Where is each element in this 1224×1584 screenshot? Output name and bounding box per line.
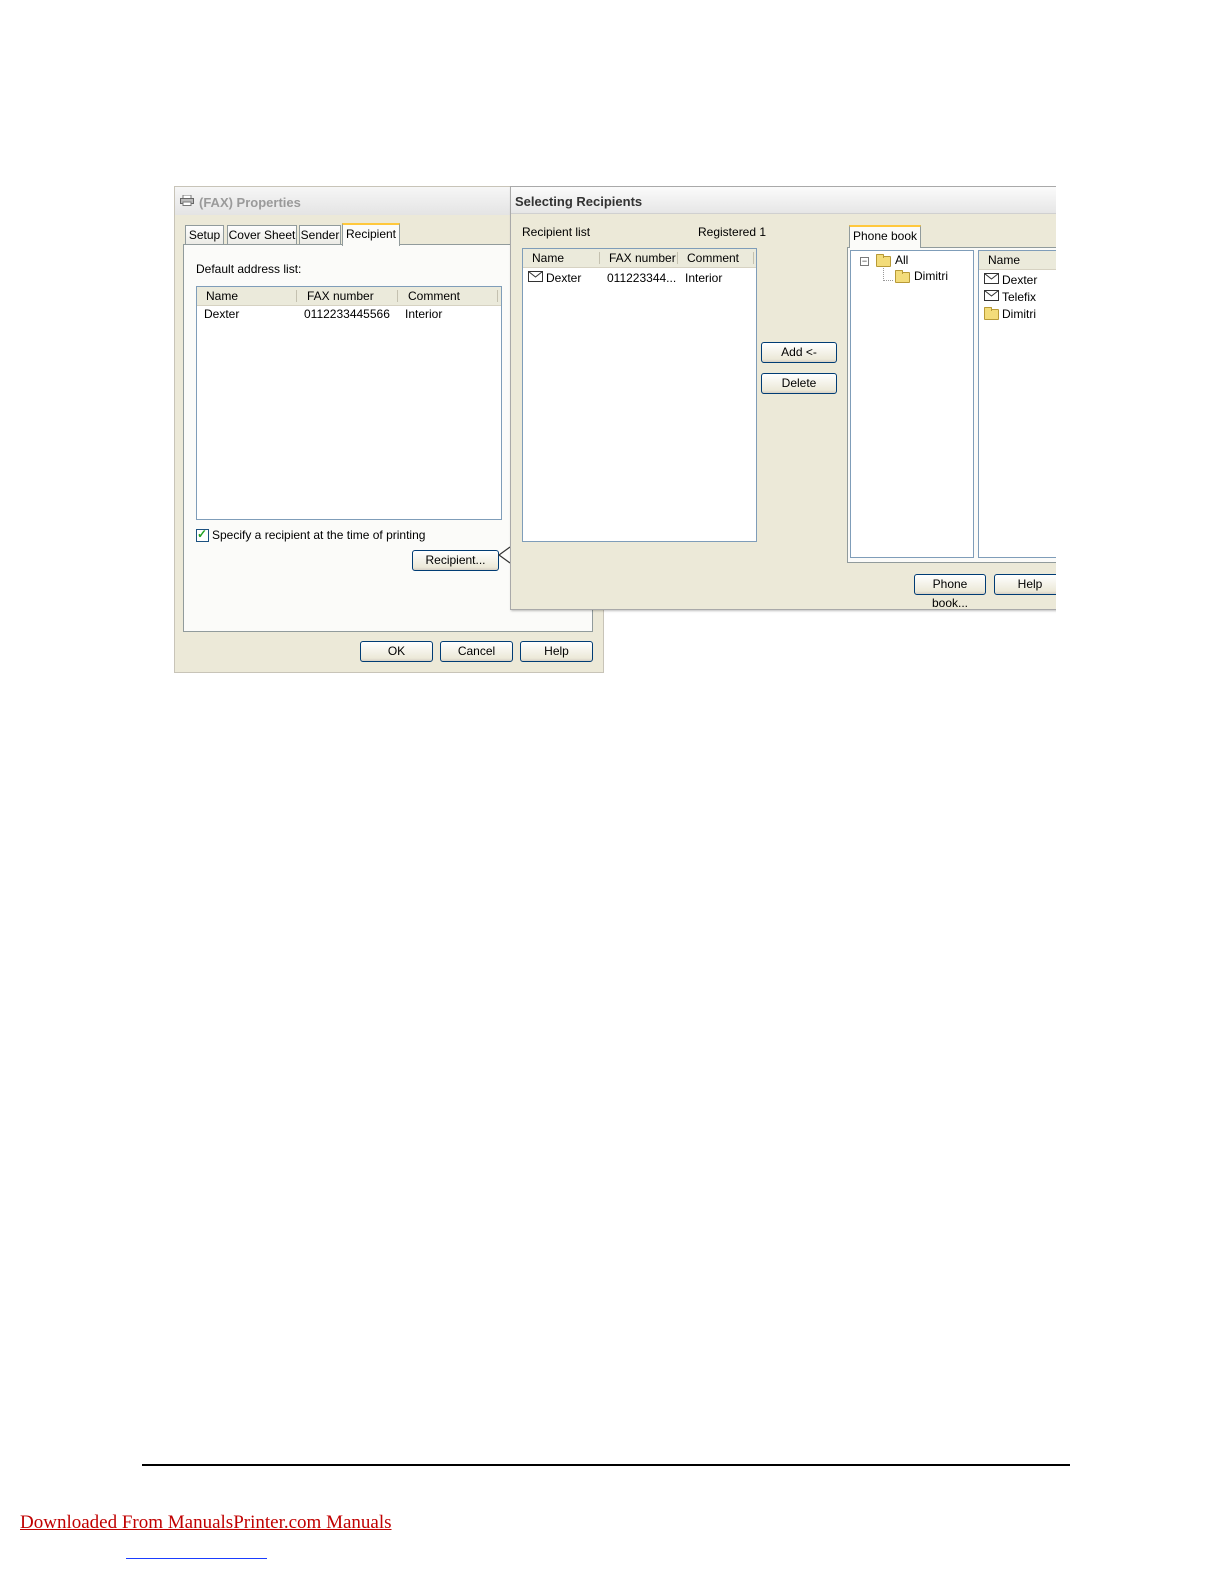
add-button[interactable]: Add <- bbox=[761, 342, 837, 363]
row-comment: Interior bbox=[405, 307, 443, 321]
row-name: Dexter bbox=[546, 271, 582, 285]
tab-setup[interactable]: Setup bbox=[185, 225, 224, 244]
row-name: Dexter bbox=[204, 307, 240, 321]
recipient-button[interactable]: Recipient... bbox=[412, 550, 499, 571]
tab-recipient[interactable]: Recipient bbox=[342, 223, 400, 246]
column-name[interactable]: Name bbox=[206, 289, 238, 303]
specify-recipient-label: Specify a recipient at the time of print… bbox=[212, 528, 426, 542]
selecting-recipients-dialog: Selecting Recipients Recipient list Regi… bbox=[510, 186, 1056, 610]
ok-button[interactable]: OK bbox=[360, 641, 433, 662]
properties-title: (FAX) Properties bbox=[199, 195, 301, 210]
folder-icon bbox=[876, 254, 891, 267]
screenshot-figure: (FAX) Properties Setup Cover Sheet Sende… bbox=[174, 186, 1056, 673]
mail-icon bbox=[528, 271, 543, 282]
delete-button[interactable]: Delete bbox=[761, 373, 837, 394]
column-fax-number[interactable]: FAX number bbox=[609, 251, 676, 265]
phone-book-list-header: Name bbox=[979, 251, 1056, 270]
cancel-button[interactable]: Cancel bbox=[440, 641, 513, 662]
tab-sender[interactable]: Sender bbox=[299, 225, 341, 244]
footer-underline bbox=[126, 1558, 267, 1559]
collapse-icon[interactable]: − bbox=[860, 257, 869, 266]
mail-icon bbox=[984, 290, 999, 301]
check-mark-icon: ✓ bbox=[197, 527, 208, 541]
recipient-list[interactable]: Name FAX number Comment Dexter 011223344… bbox=[522, 248, 757, 542]
column-fax-number[interactable]: FAX number bbox=[307, 289, 374, 303]
row-fax: 0112233445566 bbox=[304, 307, 390, 321]
list-item-label: Dexter bbox=[1002, 273, 1038, 287]
tab-phone-book[interactable]: Phone book bbox=[849, 225, 921, 248]
phone-book-button[interactable]: Phone book... bbox=[914, 574, 986, 610]
phone-book-list[interactable]: Name Dexter Telefix Dimitri bbox=[978, 250, 1056, 558]
help-button[interactable]: Help bbox=[520, 641, 593, 662]
phone-book-tree[interactable]: − All Dimitri bbox=[850, 250, 974, 558]
list-item[interactable]: Dimitri bbox=[979, 306, 1056, 322]
callout-arrow-icon bbox=[497, 546, 511, 564]
list-item-label: Telefix bbox=[1002, 290, 1037, 304]
list-item-label: Dimitri bbox=[1002, 307, 1036, 321]
list-item[interactable]: Dexter bbox=[979, 272, 1056, 288]
selecting-help-button[interactable]: Help bbox=[994, 574, 1056, 595]
folder-icon bbox=[984, 307, 999, 320]
selecting-title: Selecting Recipients bbox=[515, 194, 643, 209]
specify-recipient-checkbox[interactable]: ✓ bbox=[196, 527, 209, 542]
column-comment[interactable]: Comment bbox=[687, 251, 739, 265]
registered-count: Registered 1 bbox=[698, 225, 767, 239]
table-row[interactable]: Dexter 011223344... Interior bbox=[523, 270, 756, 286]
footer-rule bbox=[142, 1464, 1070, 1466]
table-row[interactable]: Dexter 0112233445566 Interior bbox=[197, 307, 501, 323]
recipient-list-header: Name FAX number Comment bbox=[523, 249, 756, 268]
row-fax: 011223344... bbox=[607, 271, 677, 285]
default-address-list[interactable]: Name FAX number Comment Dexter 011223344… bbox=[196, 286, 502, 520]
column-name[interactable]: Name bbox=[532, 251, 564, 265]
tree-item-all[interactable]: All bbox=[895, 253, 908, 267]
recipient-list-label: Recipient list bbox=[522, 225, 591, 239]
default-address-label: Default address list: bbox=[196, 262, 302, 276]
tree-item-dimitri[interactable]: Dimitri bbox=[914, 269, 948, 283]
mail-icon bbox=[984, 273, 999, 284]
column-comment[interactable]: Comment bbox=[408, 289, 460, 303]
folder-icon bbox=[895, 270, 910, 283]
list-header: Name FAX number Comment bbox=[197, 287, 501, 306]
tab-cover-sheet[interactable]: Cover Sheet bbox=[227, 225, 297, 244]
footer-download-link[interactable]: Downloaded From ManualsPrinter.com Manua… bbox=[20, 1512, 392, 1534]
printer-icon bbox=[180, 195, 194, 206]
phone-book-panel: − All Dimitri Name Dexter Telefix Dimitr… bbox=[847, 247, 1056, 563]
column-name[interactable]: Name bbox=[988, 253, 1020, 267]
list-item[interactable]: Telefix bbox=[979, 289, 1056, 305]
row-comment: Interior bbox=[685, 271, 723, 285]
selecting-title-bar: Selecting Recipients bbox=[511, 187, 1056, 214]
